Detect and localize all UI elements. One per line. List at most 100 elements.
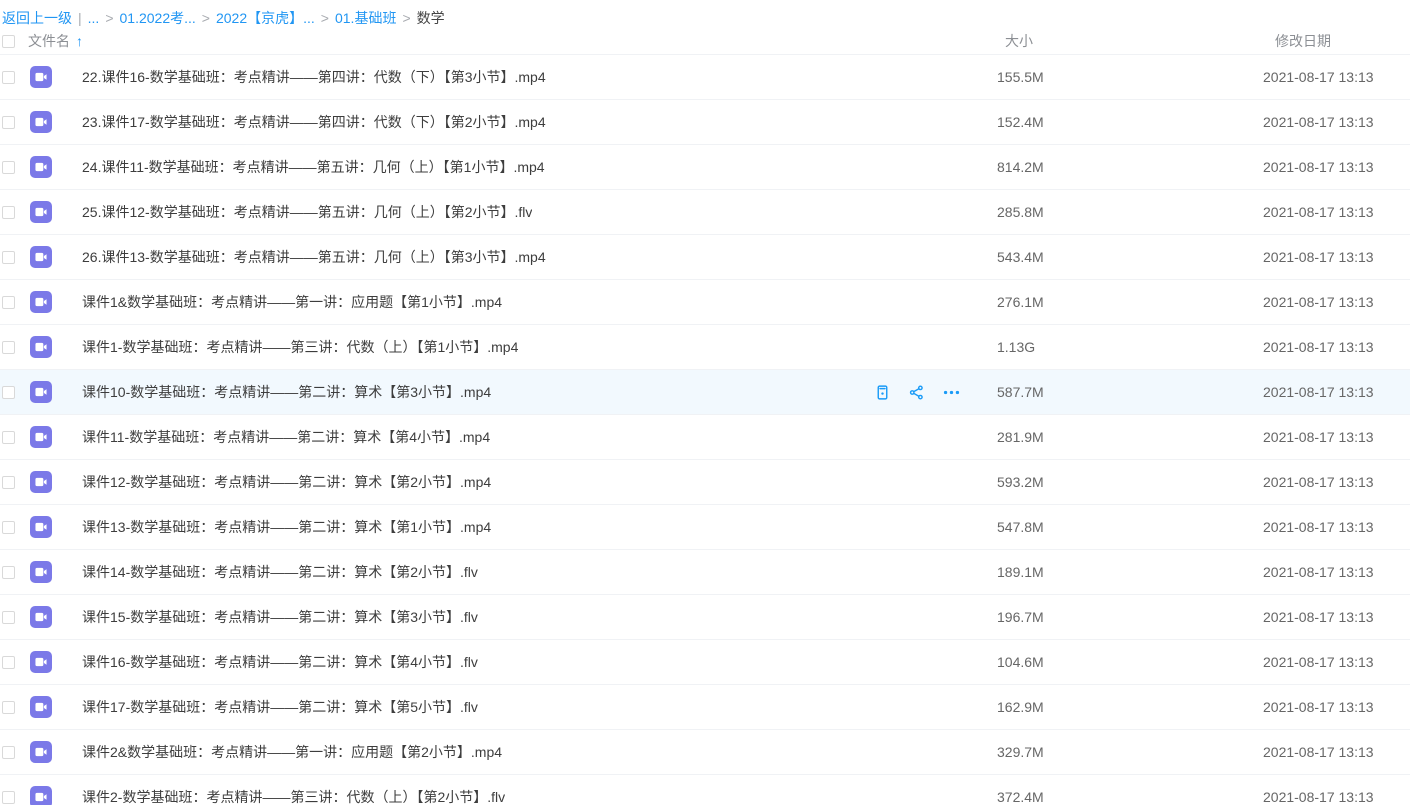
- row-checkbox[interactable]: [2, 566, 15, 579]
- file-date: 2021-08-17 13:13: [1255, 744, 1410, 760]
- table-row[interactable]: 24.课件11-数学基础班：考点精讲——第五讲：几何（上）【第1小节】.mp4: [0, 145, 1410, 190]
- row-checkbox[interactable]: [2, 206, 15, 219]
- table-row[interactable]: 课件2-数学基础班：考点精讲——第三讲：代数（上）【第2小节】.flv: [0, 775, 1410, 805]
- video-file-icon: [30, 471, 52, 493]
- file-icon-cell: [28, 471, 66, 493]
- row-check-cell: [0, 611, 28, 624]
- file-name[interactable]: 课件11-数学基础班：考点精讲——第二讲：算术【第4小节】.mp4: [82, 427, 490, 447]
- file-size: 543.4M: [985, 249, 1255, 265]
- file-name[interactable]: 课件2-数学基础班：考点精讲——第三讲：代数（上）【第2小节】.flv: [82, 787, 505, 805]
- file-icon-cell: [28, 381, 66, 403]
- file-date: 2021-08-17 13:13: [1255, 159, 1410, 175]
- select-all-checkbox[interactable]: [2, 35, 15, 48]
- row-checkbox[interactable]: [2, 746, 15, 759]
- column-header-date[interactable]: 修改日期: [1255, 31, 1410, 51]
- save-to-device-icon[interactable]: [874, 384, 891, 401]
- file-date: 2021-08-17 13:13: [1255, 69, 1410, 85]
- table-row[interactable]: 课件1&数学基础班：考点精讲——第一讲：应用题【第1小节】.mp4: [0, 280, 1410, 325]
- file-icon-cell: [28, 561, 66, 583]
- file-name[interactable]: 课件1&数学基础班：考点精讲——第一讲：应用题【第1小节】.mp4: [82, 292, 502, 312]
- row-checkbox[interactable]: [2, 161, 15, 174]
- table-row[interactable]: 25.课件12-数学基础班：考点精讲——第五讲：几何（上）【第2小节】.flv: [0, 190, 1410, 235]
- file-name-cell: 课件2-数学基础班：考点精讲——第三讲：代数（上）【第2小节】.flv: [82, 787, 985, 805]
- file-name[interactable]: 23.课件17-数学基础班：考点精讲——第四讲：代数（下）【第2小节】.mp4: [82, 112, 546, 132]
- row-check-cell: [0, 431, 28, 444]
- file-name[interactable]: 22.课件16-数学基础班：考点精讲——第四讲：代数（下）【第3小节】.mp4: [82, 67, 546, 87]
- sort-ascending-icon: ↑: [76, 33, 83, 49]
- row-checkbox[interactable]: [2, 71, 15, 84]
- file-name[interactable]: 课件2&数学基础班：考点精讲——第一讲：应用题【第2小节】.mp4: [82, 742, 502, 762]
- table-row[interactable]: 26.课件13-数学基础班：考点精讲——第五讲：几何（上）【第3小节】.mp4: [0, 235, 1410, 280]
- row-checkbox[interactable]: [2, 521, 15, 534]
- row-checkbox[interactable]: [2, 701, 15, 714]
- file-size: 155.5M: [985, 69, 1255, 85]
- table-row[interactable]: 22.课件16-数学基础班：考点精讲——第四讲：代数（下）【第3小节】.mp4: [0, 55, 1410, 100]
- file-name[interactable]: 课件14-数学基础班：考点精讲——第二讲：算术【第2小节】.flv: [82, 562, 478, 582]
- file-name-cell: 课件15-数学基础班：考点精讲——第二讲：算术【第3小节】.flv: [82, 607, 985, 627]
- file-name[interactable]: 课件15-数学基础班：考点精讲——第二讲：算术【第3小节】.flv: [82, 607, 478, 627]
- column-header-size[interactable]: 大小: [985, 31, 1255, 51]
- file-size: 814.2M: [985, 159, 1255, 175]
- breadcrumb-separator: |: [78, 10, 82, 26]
- table-row[interactable]: 课件13-数学基础班：考点精讲——第二讲：算术【第1小节】.mp4: [0, 505, 1410, 550]
- row-checkbox[interactable]: [2, 251, 15, 264]
- video-file-icon: [30, 606, 52, 628]
- table-row[interactable]: 课件15-数学基础班：考点精讲——第二讲：算术【第3小节】.flv: [0, 595, 1410, 640]
- table-row[interactable]: 课件14-数学基础班：考点精讲——第二讲：算术【第2小节】.flv: [0, 550, 1410, 595]
- breadcrumb-link[interactable]: 01.基础班: [335, 10, 396, 26]
- file-name[interactable]: 课件13-数学基础班：考点精讲——第二讲：算术【第1小节】.mp4: [82, 517, 491, 537]
- file-size: 104.6M: [985, 654, 1255, 670]
- file-name-cell: 课件1-数学基础班：考点精讲——第三讲：代数（上）【第1小节】.mp4: [82, 337, 985, 357]
- video-file-icon: [30, 66, 52, 88]
- file-size: 1.13G: [985, 339, 1255, 355]
- row-check-cell: [0, 296, 28, 309]
- file-name[interactable]: 课件10-数学基础班：考点精讲——第二讲：算术【第3小节】.mp4: [82, 382, 491, 402]
- file-list: 22.课件16-数学基础班：考点精讲——第四讲：代数（下）【第3小节】.mp4: [0, 55, 1410, 805]
- file-size: 189.1M: [985, 564, 1255, 580]
- table-row[interactable]: 课件12-数学基础班：考点精讲——第二讲：算术【第2小节】.mp4: [0, 460, 1410, 505]
- breadcrumb-link[interactable]: 2022【京虎】...: [216, 10, 315, 26]
- row-check-cell: [0, 791, 28, 804]
- row-check-cell: [0, 116, 28, 129]
- video-file-icon: [30, 696, 52, 718]
- more-actions-icon[interactable]: [942, 383, 961, 402]
- breadcrumb-link[interactable]: 01.2022考...: [120, 10, 196, 26]
- table-header: 文件名 ↑ 大小 修改日期: [0, 28, 1410, 55]
- breadcrumb-link[interactable]: ...: [88, 10, 100, 26]
- table-row[interactable]: 课件16-数学基础班：考点精讲——第二讲：算术【第4小节】.flv: [0, 640, 1410, 685]
- file-name-cell: 26.课件13-数学基础班：考点精讲——第五讲：几何（上）【第3小节】.mp4: [82, 247, 985, 267]
- table-row[interactable]: 课件1-数学基础班：考点精讲——第三讲：代数（上）【第1小节】.mp4: [0, 325, 1410, 370]
- file-icon-cell: [28, 66, 66, 88]
- file-size: 152.4M: [985, 114, 1255, 130]
- file-date: 2021-08-17 13:13: [1255, 519, 1410, 535]
- row-checkbox[interactable]: [2, 296, 15, 309]
- file-name[interactable]: 24.课件11-数学基础班：考点精讲——第五讲：几何（上）【第1小节】.mp4: [82, 157, 545, 177]
- table-row[interactable]: 课件2&数学基础班：考点精讲——第一讲：应用题【第2小节】.mp4: [0, 730, 1410, 775]
- file-name[interactable]: 课件16-数学基础班：考点精讲——第二讲：算术【第4小节】.flv: [82, 652, 478, 672]
- file-name[interactable]: 26.课件13-数学基础班：考点精讲——第五讲：几何（上）【第3小节】.mp4: [82, 247, 546, 267]
- row-checkbox[interactable]: [2, 656, 15, 669]
- file-name-cell: 22.课件16-数学基础班：考点精讲——第四讲：代数（下）【第3小节】.mp4: [82, 67, 985, 87]
- share-icon[interactable]: [908, 384, 925, 401]
- row-checkbox[interactable]: [2, 611, 15, 624]
- row-checkbox[interactable]: [2, 341, 15, 354]
- row-checkbox[interactable]: [2, 116, 15, 129]
- file-date: 2021-08-17 13:13: [1255, 699, 1410, 715]
- file-date: 2021-08-17 13:13: [1255, 789, 1410, 805]
- file-name[interactable]: 课件1-数学基础班：考点精讲——第三讲：代数（上）【第1小节】.mp4: [82, 337, 518, 357]
- row-checkbox[interactable]: [2, 386, 15, 399]
- table-row[interactable]: 23.课件17-数学基础班：考点精讲——第四讲：代数（下）【第2小节】.mp4: [0, 100, 1410, 145]
- file-name[interactable]: 课件17-数学基础班：考点精讲——第二讲：算术【第5小节】.flv: [82, 697, 478, 717]
- file-icon-cell: [28, 111, 66, 133]
- column-header-filename[interactable]: 文件名 ↑: [28, 31, 985, 51]
- table-row[interactable]: 课件11-数学基础班：考点精讲——第二讲：算术【第4小节】.mp4: [0, 415, 1410, 460]
- breadcrumb-separator: >: [321, 10, 329, 26]
- table-row[interactable]: 课件10-数学基础班：考点精讲——第二讲：算术【第3小节】.mp4: [0, 370, 1410, 415]
- row-checkbox[interactable]: [2, 431, 15, 444]
- file-name[interactable]: 课件12-数学基础班：考点精讲——第二讲：算术【第2小节】.mp4: [82, 472, 491, 492]
- breadcrumb-link[interactable]: 返回上一级: [2, 10, 72, 26]
- file-name[interactable]: 25.课件12-数学基础班：考点精讲——第五讲：几何（上）【第2小节】.flv: [82, 202, 532, 222]
- table-row[interactable]: 课件17-数学基础班：考点精讲——第二讲：算术【第5小节】.flv: [0, 685, 1410, 730]
- row-checkbox[interactable]: [2, 791, 15, 804]
- row-checkbox[interactable]: [2, 476, 15, 489]
